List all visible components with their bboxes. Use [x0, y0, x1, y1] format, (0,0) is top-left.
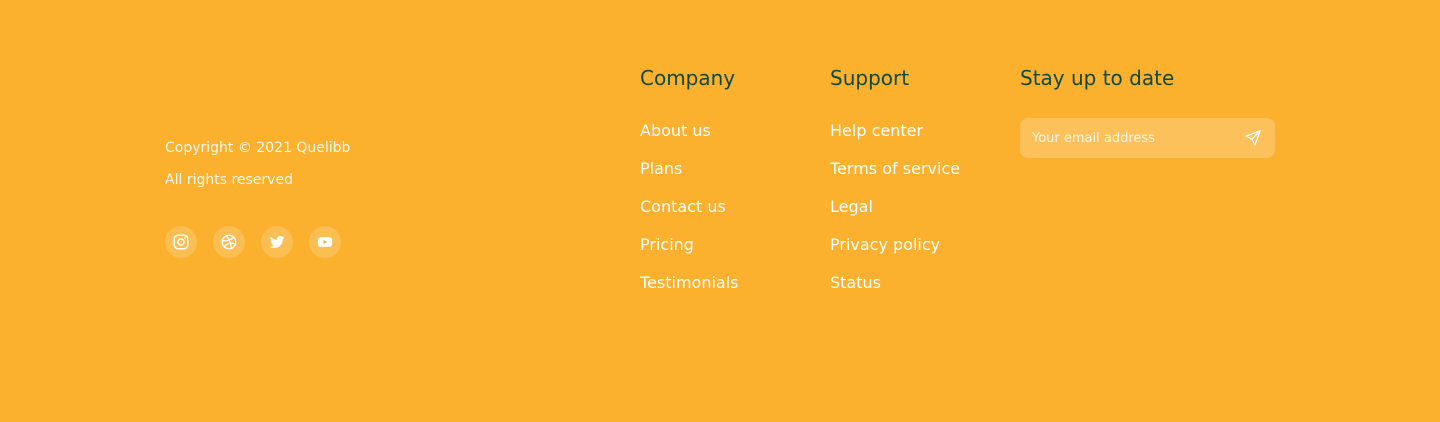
- social-links: [165, 226, 465, 258]
- link-status[interactable]: Status: [830, 273, 881, 292]
- link-plans[interactable]: Plans: [640, 159, 682, 178]
- newsletter-column: Stay up to date: [1020, 64, 1280, 158]
- dribbble-icon: [220, 233, 238, 251]
- send-icon: [1244, 129, 1262, 147]
- support-column: Support Help center Terms of service Leg…: [830, 64, 1010, 311]
- support-links: Help center Terms of service Legal Priva…: [830, 121, 1010, 311]
- link-help-center[interactable]: Help center: [830, 121, 923, 140]
- email-subscribe-box: [1020, 118, 1275, 158]
- company-heading: Company: [640, 66, 736, 90]
- link-privacy-policy[interactable]: Privacy policy: [830, 235, 940, 254]
- instagram-icon: [172, 233, 190, 251]
- youtube-icon: [316, 233, 334, 251]
- instagram-button[interactable]: [165, 226, 197, 258]
- twitter-button[interactable]: [261, 226, 293, 258]
- copyright-text: Copyright © 2021 Quelibb: [165, 140, 351, 156]
- dribbble-button[interactable]: [213, 226, 245, 258]
- link-contact-us[interactable]: Contact us: [640, 197, 726, 216]
- link-legal[interactable]: Legal: [830, 197, 873, 216]
- link-about-us[interactable]: About us: [640, 121, 711, 140]
- company-links: About us Plans Contact us Pricing Testim…: [640, 121, 810, 311]
- company-column: Company About us Plans Contact us Pricin…: [640, 64, 810, 311]
- twitter-icon: [268, 233, 286, 251]
- support-heading: Support: [830, 66, 910, 90]
- link-terms-of-service[interactable]: Terms of service: [830, 159, 960, 178]
- youtube-button[interactable]: [309, 226, 341, 258]
- link-testimonials[interactable]: Testimonials: [640, 273, 739, 292]
- rights-text: All rights reserved: [165, 172, 293, 188]
- email-input[interactable]: [1032, 130, 1237, 146]
- link-pricing[interactable]: Pricing: [640, 235, 694, 254]
- newsletter-heading: Stay up to date: [1020, 66, 1175, 90]
- brand-column: Copyright © 2021 Quelibb All rights rese…: [165, 138, 465, 258]
- site-footer: Copyright © 2021 Quelibb All rights rese…: [0, 0, 1440, 422]
- send-button[interactable]: [1243, 128, 1263, 148]
